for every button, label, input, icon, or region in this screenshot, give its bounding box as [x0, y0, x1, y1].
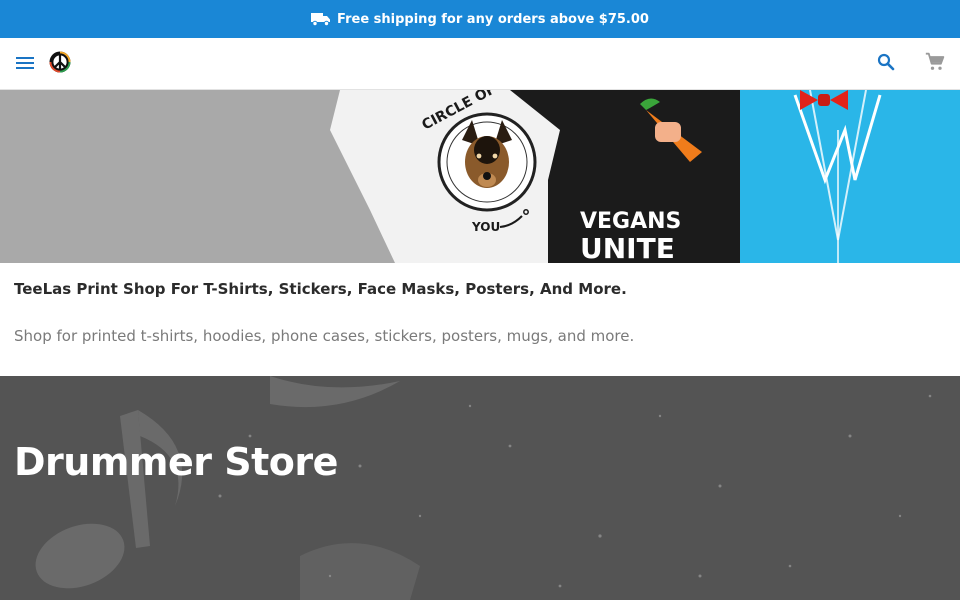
- drummer-store-banner[interactable]: Drummer Store: [0, 376, 960, 600]
- promo-bar: Free shipping for any orders above $75.0…: [0, 0, 960, 38]
- menu-icon: [16, 55, 34, 74]
- promo-text: Free shipping for any orders above $75.0…: [337, 11, 649, 27]
- music-notes-background: [0, 376, 960, 600]
- site-header: [0, 38, 960, 90]
- hero-banner[interactable]: CIRCLE OF TRU YOU VEGANS UNITE: [0, 90, 960, 263]
- drummer-store-title: Drummer Store: [14, 440, 338, 484]
- truck-icon: [311, 12, 331, 26]
- shirt-middle-line2: UNITE: [580, 232, 675, 263]
- shirt-left-text-bottom: YOU: [471, 220, 500, 234]
- site-logo[interactable]: [46, 50, 74, 78]
- cart-icon: [925, 52, 945, 76]
- t-shirts-image: CIRCLE OF TRU YOU VEGANS UNITE: [0, 90, 960, 263]
- shirt-middle-line1: VEGANS: [580, 209, 681, 234]
- search-icon: [877, 53, 895, 75]
- menu-button[interactable]: [11, 50, 39, 78]
- intro-description: Shop for printed t-shirts, hoodies, phon…: [14, 327, 635, 345]
- intro-title: TeeLas Print Shop For T-Shirts, Stickers…: [14, 280, 627, 298]
- cart-button[interactable]: [921, 50, 949, 78]
- search-button[interactable]: [872, 50, 900, 78]
- fist-icon: [655, 122, 681, 142]
- peace-sign-logo-icon: [48, 50, 72, 78]
